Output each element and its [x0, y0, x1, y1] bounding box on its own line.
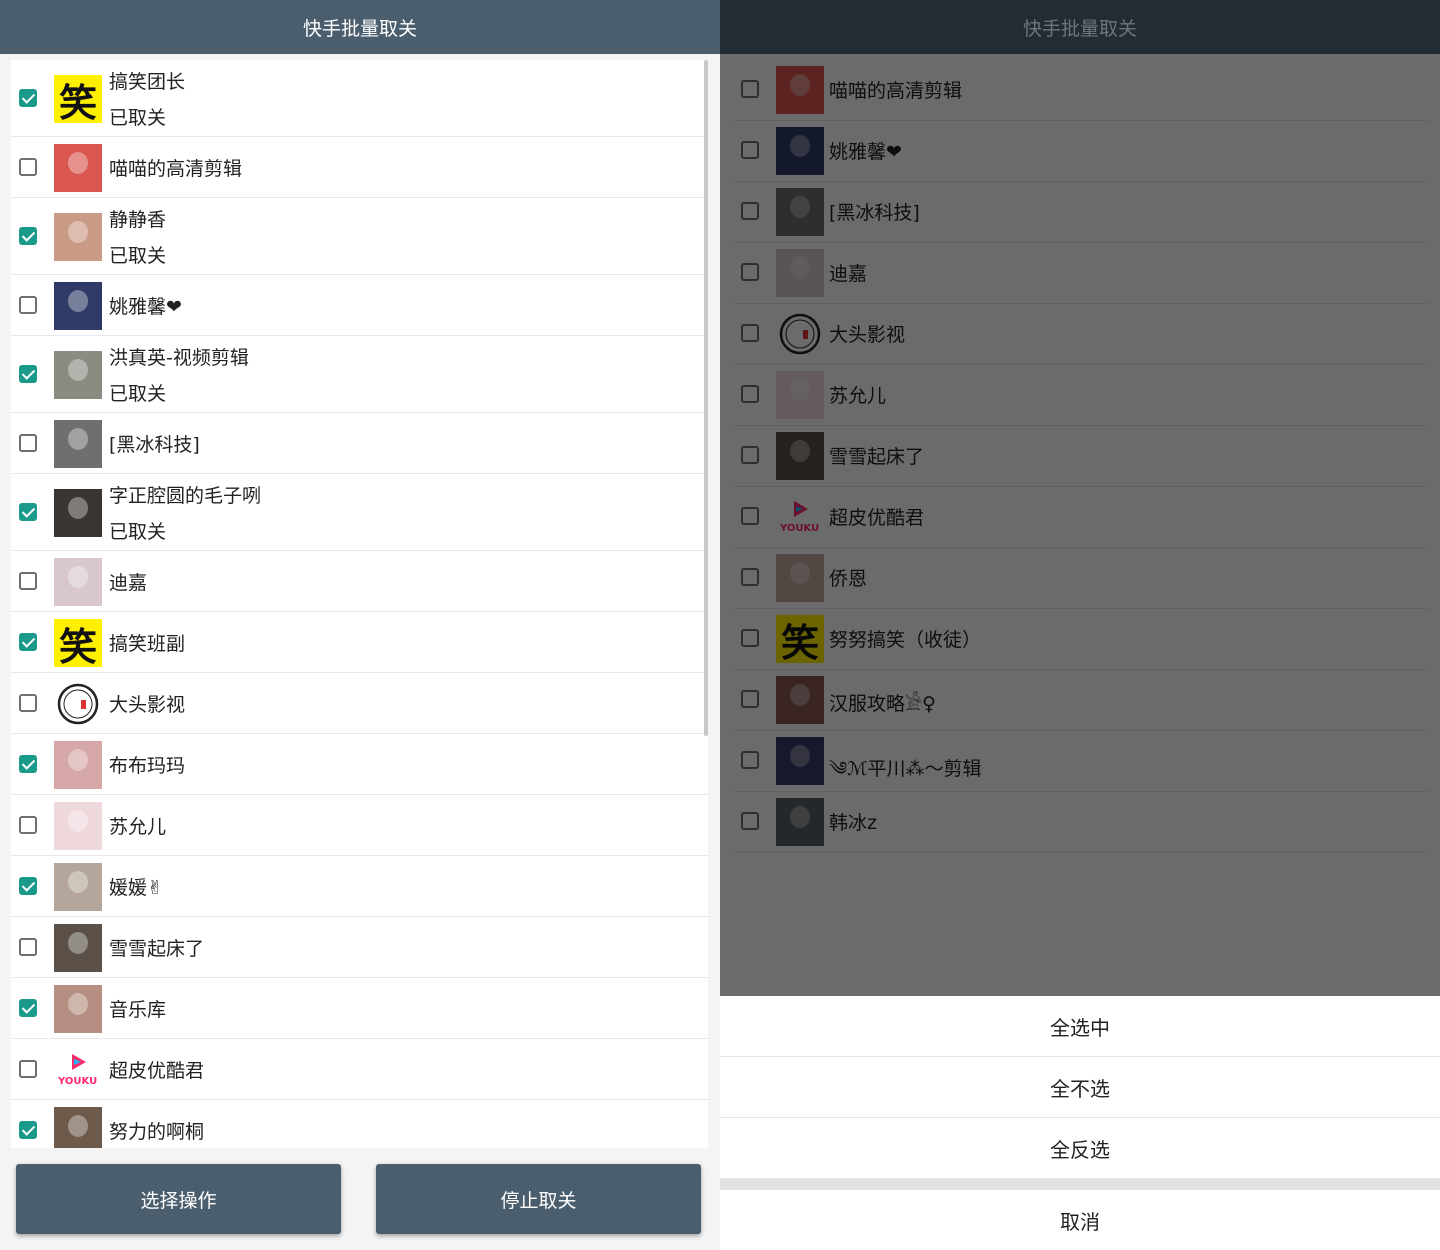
avatar: [54, 1107, 102, 1148]
app-title: 快手批量取关: [302, 17, 417, 40]
list-item[interactable]: 迪嘉: [11, 551, 708, 612]
avatar: YOUKU: [54, 1046, 102, 1094]
unfollow-status: 已取关: [109, 245, 167, 267]
select-operation-button[interactable]: 选择操作: [16, 1164, 341, 1234]
checkbox-unchecked[interactable]: [19, 434, 37, 452]
app-title: 快手批量取关: [1022, 17, 1137, 40]
list-item[interactable]: 苏允儿: [11, 795, 708, 856]
left-screen: 快手批量取关 笑搞笑团长 已取关 喵喵的高清剪辑 静静香 已取关 姚雅馨❤ 洪真英-视频剪辑…: [0, 0, 720, 1250]
user-name: 音乐库: [109, 999, 167, 1021]
avatar: [54, 863, 102, 911]
list-item[interactable]: 音乐库: [11, 978, 708, 1039]
checkbox-unchecked[interactable]: [19, 572, 37, 590]
list-item[interactable]: 笑搞笑团长已取关: [11, 60, 708, 137]
user-name: 超皮优酷君: [109, 1060, 205, 1082]
checkbox-unchecked[interactable]: [19, 816, 37, 834]
app-title-bar-dimmed: 快手批量取关: [720, 0, 1440, 54]
list-item[interactable]: 媛媛✌: [11, 856, 708, 917]
checkbox-unchecked[interactable]: [19, 296, 37, 314]
checkbox-unchecked[interactable]: [19, 938, 37, 956]
user-name: 洪真英-视频剪辑: [109, 347, 249, 369]
cancel-option[interactable]: 取消: [720, 1190, 1440, 1250]
avatar: [54, 489, 102, 537]
scrollbar[interactable]: [704, 60, 708, 736]
list-item[interactable]: 雪雪起床了: [11, 917, 708, 978]
list-item[interactable]: 布布玛玛: [11, 734, 708, 795]
checkbox-unchecked[interactable]: [19, 694, 37, 712]
select-none-option[interactable]: 全不选: [720, 1057, 1440, 1118]
list-item[interactable]: 喵喵的高清剪辑: [11, 137, 708, 198]
avatar: [54, 213, 102, 261]
user-name: 大头影视: [109, 694, 186, 716]
list-item[interactable]: 静静香 已取关: [11, 198, 708, 275]
checkbox-checked[interactable]: [19, 633, 37, 651]
action-sheet: 全选中 全不选 全反选 取消: [720, 996, 1440, 1250]
follow-list[interactable]: 笑搞笑团长 已取关 喵喵的高清剪辑 静静香 已取关 姚雅馨❤ 洪真英-视频剪辑 已取关 [黑冰科…: [11, 60, 708, 1148]
avatar: 笑: [54, 619, 102, 667]
user-name: 苏允儿: [109, 816, 167, 838]
app-title-bar: 快手批量取关: [0, 0, 720, 54]
avatar: [54, 282, 102, 330]
checkbox-unchecked[interactable]: [19, 1060, 37, 1078]
checkbox-checked[interactable]: [19, 1121, 37, 1139]
checkbox-checked[interactable]: [19, 227, 37, 245]
user-name: 布布玛玛: [109, 755, 186, 777]
unfollow-status: 已取关: [109, 521, 167, 543]
checkbox-checked[interactable]: [19, 503, 37, 521]
user-name: 迪嘉: [109, 572, 148, 594]
avatar: [54, 144, 102, 192]
avatar: [54, 558, 102, 606]
avatar: [54, 741, 102, 789]
checkbox-checked[interactable]: [19, 877, 37, 895]
user-name: 静静香: [109, 209, 167, 231]
stop-unfollow-button[interactable]: 停止取关: [376, 1164, 701, 1234]
youku-logo-text: YOUKU: [58, 1076, 98, 1087]
avatar: [54, 420, 102, 468]
list-item[interactable]: 努力的啊桐: [11, 1100, 708, 1148]
list-item[interactable]: 姚雅馨❤: [11, 275, 708, 336]
checkbox-checked[interactable]: [19, 755, 37, 773]
avatar: [54, 985, 102, 1033]
user-name: 姚雅馨❤: [109, 296, 182, 318]
list-item[interactable]: 大头影视: [11, 673, 708, 734]
avatar: 笑: [54, 75, 102, 123]
checkbox-checked[interactable]: [19, 999, 37, 1017]
right-screen: 快手批量取关 喵喵的高清剪辑姚雅馨❤[黑冰科技]迪嘉大头影视苏允儿雪雪起床了YO…: [720, 0, 1440, 1250]
checkbox-unchecked[interactable]: [19, 158, 37, 176]
list-item[interactable]: 字正腔圆的毛子咧 已取关: [11, 474, 708, 551]
user-name: 字正腔圆的毛子咧: [109, 485, 262, 507]
user-name: 雪雪起床了: [109, 938, 205, 960]
user-name: 喵喵的高清剪辑: [109, 158, 243, 180]
user-name: 搞笑班副: [109, 633, 186, 655]
avatar: [54, 680, 102, 728]
select-all-option[interactable]: 全选中: [720, 996, 1440, 1057]
avatar: [54, 351, 102, 399]
list-item[interactable]: YOUKU 超皮优酷君: [11, 1039, 708, 1100]
user-name: [黑冰科技]: [109, 434, 200, 456]
modal-overlay[interactable]: [720, 54, 1440, 996]
list-item[interactable]: 笑搞笑班副: [11, 612, 708, 673]
list-item[interactable]: 洪真英-视频剪辑 已取关: [11, 336, 708, 413]
invert-selection-option[interactable]: 全反选: [720, 1118, 1440, 1179]
list-item[interactable]: [黑冰科技]: [11, 413, 708, 474]
checkbox-checked[interactable]: [19, 365, 37, 383]
sheet-divider: [720, 1179, 1440, 1190]
user-name: 搞笑团长: [109, 71, 186, 93]
checkbox-checked[interactable]: [19, 89, 37, 107]
user-name: 努力的啊桐: [109, 1121, 205, 1143]
user-name: 媛媛✌: [109, 877, 163, 899]
avatar: [54, 924, 102, 972]
avatar: [54, 802, 102, 850]
unfollow-status: 已取关: [109, 107, 167, 129]
unfollow-status: 已取关: [109, 383, 167, 405]
